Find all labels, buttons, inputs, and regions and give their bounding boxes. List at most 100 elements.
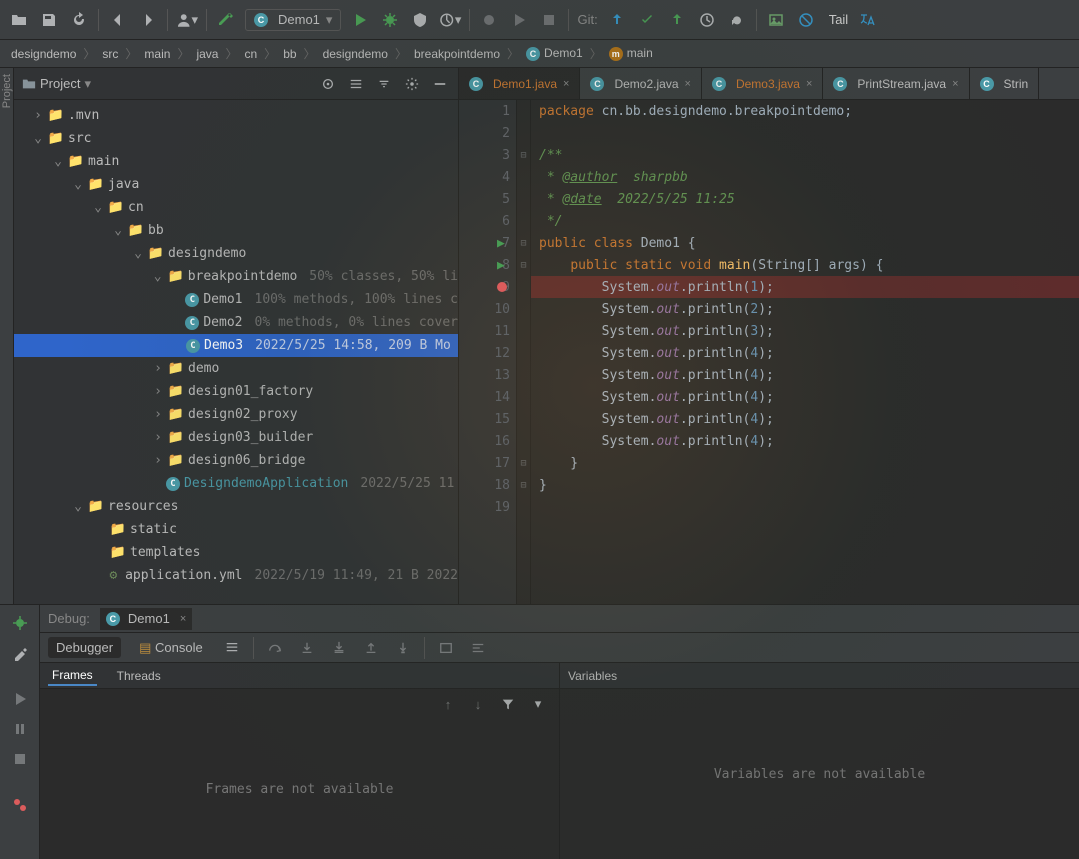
code-line[interactable]: System.out.println(4); <box>531 430 1079 452</box>
editor-tab[interactable]: CStrin <box>970 68 1040 99</box>
code-line[interactable] <box>531 122 1079 144</box>
git-rollback-icon[interactable] <box>726 9 748 31</box>
line-number[interactable]: 17 <box>459 452 516 474</box>
stop-icon[interactable] <box>538 9 560 31</box>
tree-class-demo3[interactable]: CDemo32022/5/25 14:58, 209 B Mo <box>14 334 458 357</box>
line-number[interactable]: 12 <box>459 342 516 364</box>
line-number[interactable]: 1 <box>459 100 516 122</box>
step-into-icon[interactable] <box>296 637 318 659</box>
threads-tab[interactable]: Threads <box>113 667 165 685</box>
coverage-icon[interactable] <box>409 9 431 31</box>
line-number[interactable]: 4 <box>459 166 516 188</box>
debug-session-tab[interactable]: C Demo1 × <box>100 608 192 630</box>
code-line[interactable]: System.out.println(1); <box>531 276 1079 298</box>
line-number[interactable]: 5 <box>459 188 516 210</box>
line-number[interactable]: 7▶ <box>459 232 516 254</box>
line-number[interactable]: 19 <box>459 496 516 518</box>
project-tree[interactable]: ›📁.mvn ⌄📁src ⌄📁main ⌄📁java ⌄📁cn ⌄📁bb ⌄📁d… <box>14 100 458 604</box>
tree-package-designdemo[interactable]: ⌄📁designdemo <box>14 242 458 265</box>
forward-icon[interactable] <box>137 9 159 31</box>
tree-package-breakpointdemo[interactable]: ⌄📁breakpointdemo50% classes, 50% li <box>14 265 458 288</box>
close-icon[interactable]: × <box>952 78 958 90</box>
tree-file-yml[interactable]: ⚙application.yml2022/5/19 11:49, 21 B 20… <box>14 564 458 587</box>
user-icon[interactable]: ▾ <box>176 9 198 31</box>
code-line[interactable]: /** <box>531 144 1079 166</box>
tree-folder-mvn[interactable]: ›📁.mvn <box>14 104 458 127</box>
code-line[interactable]: System.out.println(4); <box>531 386 1079 408</box>
line-number[interactable]: 15 <box>459 408 516 430</box>
tree-class-demo2[interactable]: CDemo20% methods, 0% lines cover <box>14 311 458 334</box>
line-number[interactable]: 11 <box>459 320 516 342</box>
gear-icon[interactable] <box>402 74 422 94</box>
tree-package-design06[interactable]: ›📁design06_bridge <box>14 449 458 472</box>
fold-end-icon[interactable]: ⊟ <box>517 474 530 496</box>
fold-icon[interactable]: ⊟ <box>517 144 530 166</box>
prev-frame-icon[interactable]: ↑ <box>437 693 459 715</box>
breadcrumb-item[interactable]: designdemo <box>320 47 391 61</box>
stop-debug-icon[interactable] <box>8 747 32 771</box>
code-line[interactable] <box>531 496 1079 518</box>
breadcrumb-item[interactable]: cn <box>241 47 260 61</box>
run-gutter-icon[interactable]: ▶ <box>497 236 505 251</box>
line-number[interactable]: 2 <box>459 122 516 144</box>
tree-package-demo[interactable]: ›📁demo <box>14 357 458 380</box>
close-icon[interactable]: × <box>180 613 186 625</box>
breakpoint-icon[interactable] <box>497 282 507 292</box>
step-out-icon[interactable] <box>360 637 382 659</box>
line-number[interactable]: 14 <box>459 386 516 408</box>
git-update-icon[interactable] <box>606 9 628 31</box>
expand-all-icon[interactable] <box>346 74 366 94</box>
code-line[interactable]: * @author sharpbb <box>531 166 1079 188</box>
run-config-selector[interactable]: C Demo1 ▾ <box>245 9 341 31</box>
line-number[interactable]: 8▶ <box>459 254 516 276</box>
tree-package-design02[interactable]: ›📁design02_proxy <box>14 403 458 426</box>
build-icon[interactable] <box>215 9 237 31</box>
frames-tab[interactable]: Frames <box>48 666 97 686</box>
evaluate-icon[interactable] <box>435 637 457 659</box>
breadcrumb-class[interactable]: CDemo1 <box>523 46 586 61</box>
run-icon[interactable] <box>349 9 371 31</box>
disable-icon[interactable] <box>795 9 817 31</box>
threads-icon[interactable] <box>221 637 243 659</box>
rerun-icon[interactable] <box>8 611 32 635</box>
tree-folder-resources[interactable]: ⌄📁resources <box>14 495 458 518</box>
filter-icon[interactable] <box>497 693 519 715</box>
line-number[interactable]: 9 <box>459 276 516 298</box>
back-icon[interactable] <box>107 9 129 31</box>
debugger-tab[interactable]: Debugger <box>48 637 121 658</box>
fold-icon[interactable]: ⊟ <box>517 232 530 254</box>
code-body[interactable]: package cn.bb.designdemo.breakpointdemo;… <box>531 100 1079 604</box>
fold-end-icon[interactable]: ⊟ <box>517 452 530 474</box>
line-number[interactable]: 10 <box>459 298 516 320</box>
force-step-into-icon[interactable] <box>328 637 350 659</box>
line-number[interactable]: 18 <box>459 474 516 496</box>
run2-icon[interactable] <box>508 9 530 31</box>
tree-folder-static[interactable]: 📁static <box>14 518 458 541</box>
tree-package-cn[interactable]: ⌄📁cn <box>14 196 458 219</box>
code-line[interactable]: System.out.println(4); <box>531 408 1079 430</box>
collapse-all-icon[interactable] <box>374 74 394 94</box>
refresh-icon[interactable] <box>68 9 90 31</box>
code-line[interactable]: } <box>531 452 1079 474</box>
next-frame-icon[interactable]: ↓ <box>467 693 489 715</box>
trace-icon[interactable] <box>467 637 489 659</box>
project-tool-button[interactable]: Project <box>1 74 13 108</box>
more-icon[interactable]: ▾ <box>527 693 549 715</box>
code-line[interactable]: public class Demo1 { <box>531 232 1079 254</box>
code-line[interactable]: public static void main(String[] args) { <box>531 254 1079 276</box>
tree-class-app[interactable]: CDesigndemoApplication2022/5/25 11 <box>14 472 458 495</box>
code-line[interactable]: package cn.bb.designdemo.breakpointdemo; <box>531 100 1079 122</box>
translate-icon[interactable] <box>856 9 878 31</box>
modify-run-icon[interactable] <box>8 641 32 665</box>
fold-gutter[interactable]: ⊟ ⊟ ⊟ ⊟ ⊟ <box>517 100 531 604</box>
breadcrumb-item[interactable]: main <box>141 47 173 61</box>
open-icon[interactable] <box>8 9 30 31</box>
breadcrumb-method[interactable]: mmain <box>606 46 656 61</box>
breadcrumb-item[interactable]: java <box>193 47 221 61</box>
pause-icon[interactable] <box>8 717 32 741</box>
run-to-cursor-icon[interactable] <box>392 637 414 659</box>
code-line[interactable]: } <box>531 474 1079 496</box>
editor-tab[interactable]: CDemo2.java× <box>580 68 701 99</box>
console-tab[interactable]: ▤ Console <box>131 637 211 659</box>
fold-icon[interactable]: ⊟ <box>517 254 530 276</box>
